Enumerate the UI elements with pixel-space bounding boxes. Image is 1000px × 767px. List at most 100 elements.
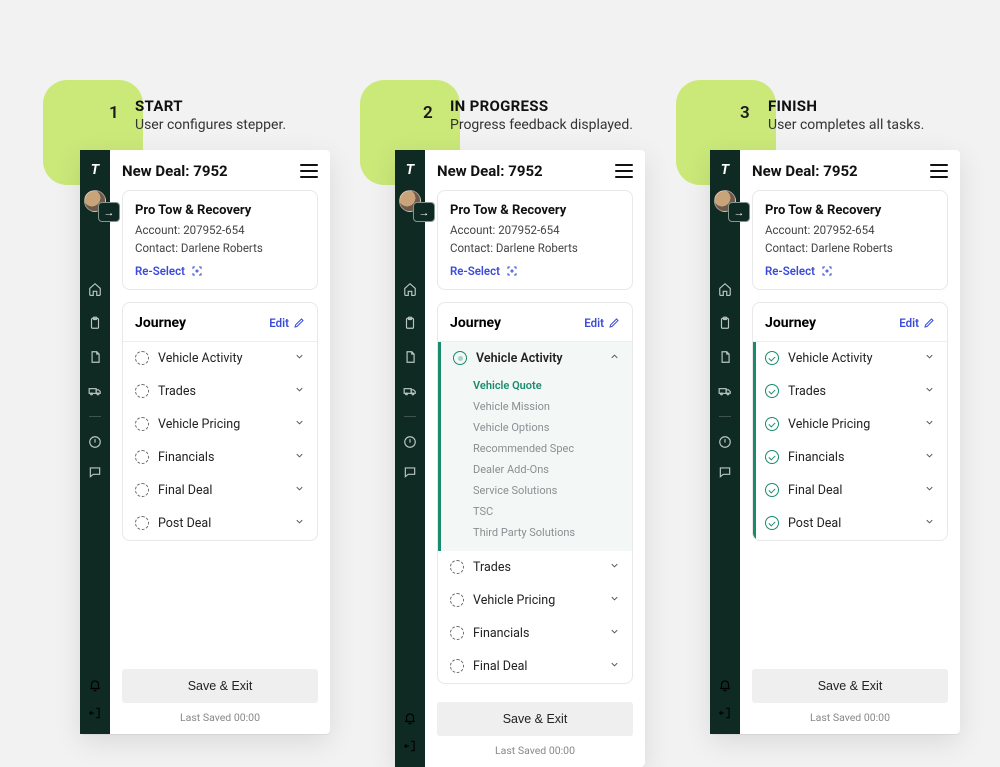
scan-icon (506, 265, 518, 277)
journey-step[interactable]: Vehicle Activity (756, 342, 947, 375)
journey-subitem[interactable]: Vehicle Options (473, 417, 620, 438)
journey-subitem[interactable]: Third Party Solutions (473, 522, 620, 543)
journey-subitem[interactable]: Service Solutions (473, 480, 620, 501)
chat-icon[interactable] (403, 465, 417, 479)
customer-name: Pro Tow & Recovery (135, 203, 305, 218)
journey-step[interactable]: Final Deal (123, 474, 317, 507)
expand-rail-button[interactable]: → (413, 202, 435, 222)
last-saved-text: Last Saved 00:00 (437, 744, 633, 757)
rail-separator (719, 416, 731, 417)
truck-icon[interactable] (718, 384, 732, 398)
scan-icon (821, 265, 833, 277)
journey-step[interactable]: Financials (438, 617, 632, 650)
truck-icon[interactable] (403, 384, 417, 398)
journey-subitem[interactable]: Vehicle Quote (473, 375, 620, 396)
home-icon[interactable] (718, 282, 732, 296)
status-pending-icon (450, 659, 464, 673)
home-icon[interactable] (403, 282, 417, 296)
bell-icon[interactable] (718, 678, 732, 692)
bell-icon[interactable] (403, 711, 417, 725)
journey-sublist: Vehicle QuoteVehicle MissionVehicle Opti… (441, 375, 632, 551)
logout-icon[interactable] (88, 706, 102, 720)
journey-edit-button[interactable]: Edit (269, 316, 305, 330)
journey-step[interactable]: Trades (756, 375, 947, 408)
journey-step[interactable]: Financials (123, 441, 317, 474)
status-pending-icon (135, 417, 149, 431)
status-done-icon (765, 384, 779, 398)
page-title: New Deal: 7952 (437, 162, 543, 180)
clipboard-icon[interactable] (718, 316, 732, 330)
journey-step[interactable]: Vehicle Pricing (123, 408, 317, 441)
chevron-down-icon (924, 417, 935, 432)
status-progress-icon (453, 351, 467, 365)
menu-button[interactable] (300, 164, 318, 178)
reselect-link[interactable]: Re-Select (135, 264, 203, 278)
journey-step[interactable]: Trades (123, 375, 317, 408)
side-rail: T → (80, 150, 110, 734)
chevron-down-icon (609, 560, 620, 575)
journey-step[interactable]: Vehicle Activity (123, 342, 317, 375)
menu-button[interactable] (930, 164, 948, 178)
clipboard-icon[interactable] (403, 316, 417, 330)
journey-subitem[interactable]: Vehicle Mission (473, 396, 620, 417)
journey-card: Journey Edit Vehicle ActivityTradesVehic… (122, 302, 318, 541)
alert-icon[interactable] (88, 435, 102, 449)
truck-icon[interactable] (88, 384, 102, 398)
expand-rail-button[interactable]: → (98, 202, 120, 222)
rail-separator (89, 416, 101, 417)
journey-subitem[interactable]: Recommended Spec (473, 438, 620, 459)
stage-number-1: 1 (109, 103, 119, 123)
journey-subitem[interactable]: TSC (473, 501, 620, 522)
customer-name: Pro Tow & Recovery (765, 203, 935, 218)
journey-step[interactable]: Post Deal (756, 507, 947, 540)
scan-icon (191, 265, 203, 277)
save-exit-button[interactable]: Save & Exit (752, 669, 948, 703)
reselect-link[interactable]: Re-Select (765, 264, 833, 278)
journey-edit-button[interactable]: Edit (584, 316, 620, 330)
journey-title: Journey (135, 315, 186, 331)
device-finish: T → (710, 150, 960, 734)
journey-step[interactable]: Vehicle Pricing (438, 584, 632, 617)
chevron-down-icon (924, 516, 935, 531)
journey-step[interactable]: Financials (756, 441, 947, 474)
document-icon[interactable] (88, 350, 102, 364)
status-done-icon (765, 351, 779, 365)
journey-card: Journey Edit Vehicle ActivityVehicle Quo… (437, 302, 633, 684)
journey-step[interactable]: Post Deal (123, 507, 317, 540)
journey-step[interactable]: Trades (438, 551, 632, 584)
expand-rail-button[interactable]: → (728, 202, 750, 222)
bell-icon[interactable] (88, 678, 102, 692)
reselect-label: Re-Select (765, 264, 815, 278)
journey-subitem[interactable]: Dealer Add-Ons (473, 459, 620, 480)
home-icon[interactable] (88, 282, 102, 296)
journey-edit-button[interactable]: Edit (899, 316, 935, 330)
chat-icon[interactable] (88, 465, 102, 479)
logout-icon[interactable] (403, 739, 417, 753)
clipboard-icon[interactable] (88, 316, 102, 330)
stage-subtitle-3: User completes all tasks. (768, 117, 924, 133)
save-exit-button[interactable]: Save & Exit (122, 669, 318, 703)
document-icon[interactable] (403, 350, 417, 364)
journey-step[interactable]: Final Deal (756, 474, 947, 507)
chat-icon[interactable] (718, 465, 732, 479)
alert-icon[interactable] (403, 435, 417, 449)
document-icon[interactable] (718, 350, 732, 364)
chevron-down-icon (609, 593, 620, 608)
alert-icon[interactable] (718, 435, 732, 449)
menu-button[interactable] (615, 164, 633, 178)
journey-step[interactable]: Final Deal (438, 650, 632, 683)
logout-icon[interactable] (718, 706, 732, 720)
chevron-down-icon (294, 516, 305, 531)
journey-step-label: Vehicle Pricing (788, 417, 870, 432)
device-in-progress: T → (395, 150, 645, 767)
reselect-link[interactable]: Re-Select (450, 264, 518, 278)
side-rail: T → (395, 150, 425, 767)
edit-label: Edit (899, 316, 919, 330)
journey-step[interactable]: Vehicle Activity (441, 342, 632, 375)
journey-step-label: Final Deal (158, 483, 212, 498)
save-exit-button[interactable]: Save & Exit (437, 702, 633, 736)
journey-step[interactable]: Vehicle Pricing (756, 408, 947, 441)
journey-title: Journey (450, 315, 501, 331)
chevron-down-icon (609, 659, 620, 674)
journey-step-label: Trades (473, 560, 511, 575)
